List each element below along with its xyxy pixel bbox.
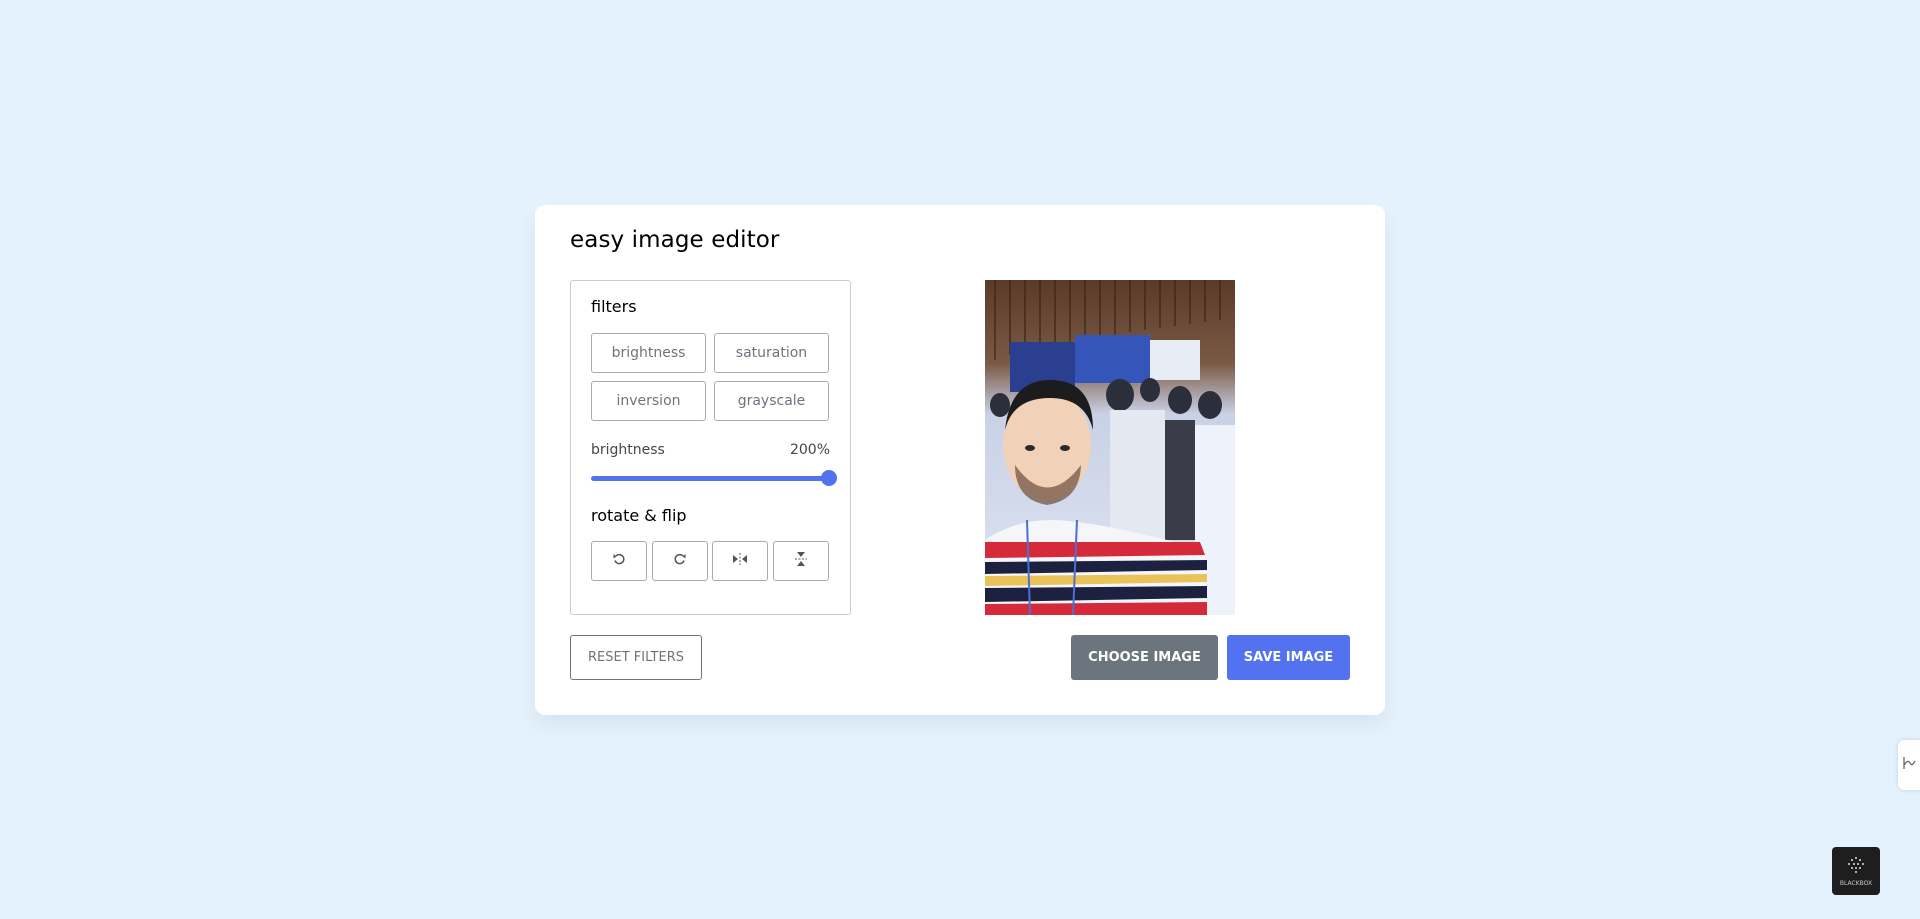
- slider-value: 200%: [789, 442, 830, 458]
- flip-horizontal-button[interactable]: [712, 541, 768, 581]
- rotate-left-icon: [612, 552, 626, 570]
- blackbox-label: BLACKBOX: [1839, 879, 1873, 887]
- flip-vertical-icon: [794, 551, 808, 571]
- rotate-left-button[interactable]: [591, 541, 647, 581]
- wave-icon: [1902, 755, 1916, 775]
- filters-heading: filters: [591, 297, 637, 316]
- slider-name: brightness: [591, 442, 665, 458]
- side-tab[interactable]: [1898, 740, 1920, 790]
- choose-image-button[interactable]: CHOOSE IMAGE: [1071, 635, 1218, 680]
- flip-vertical-button[interactable]: [773, 541, 829, 581]
- filter-slider[interactable]: [591, 470, 837, 486]
- page-title: easy image editor: [570, 227, 780, 253]
- filter-panel: filters brightness saturation inversion …: [570, 280, 851, 615]
- filter-grayscale-button[interactable]: grayscale: [714, 381, 829, 421]
- blackbox-widget[interactable]: BLACKBOX: [1832, 847, 1880, 895]
- slider-thumb[interactable]: [821, 470, 837, 486]
- filter-saturation-button[interactable]: saturation: [714, 333, 829, 373]
- blackbox-logo-icon: [1846, 856, 1866, 878]
- rotate-right-icon: [673, 552, 687, 570]
- rotate-flip-heading: rotate & flip: [591, 506, 687, 525]
- flip-horizontal-icon: [732, 552, 748, 570]
- save-image-button[interactable]: SAVE IMAGE: [1227, 635, 1350, 680]
- rotate-right-button[interactable]: [652, 541, 708, 581]
- editor-card: easy image editor filters brightness sat…: [535, 205, 1385, 715]
- filter-brightness-button[interactable]: brightness: [591, 333, 706, 373]
- image-preview: [985, 280, 1235, 615]
- filter-inversion-button[interactable]: inversion: [591, 381, 706, 421]
- reset-filters-button[interactable]: Reset Filters: [570, 635, 702, 680]
- preview-photo: [985, 280, 1235, 615]
